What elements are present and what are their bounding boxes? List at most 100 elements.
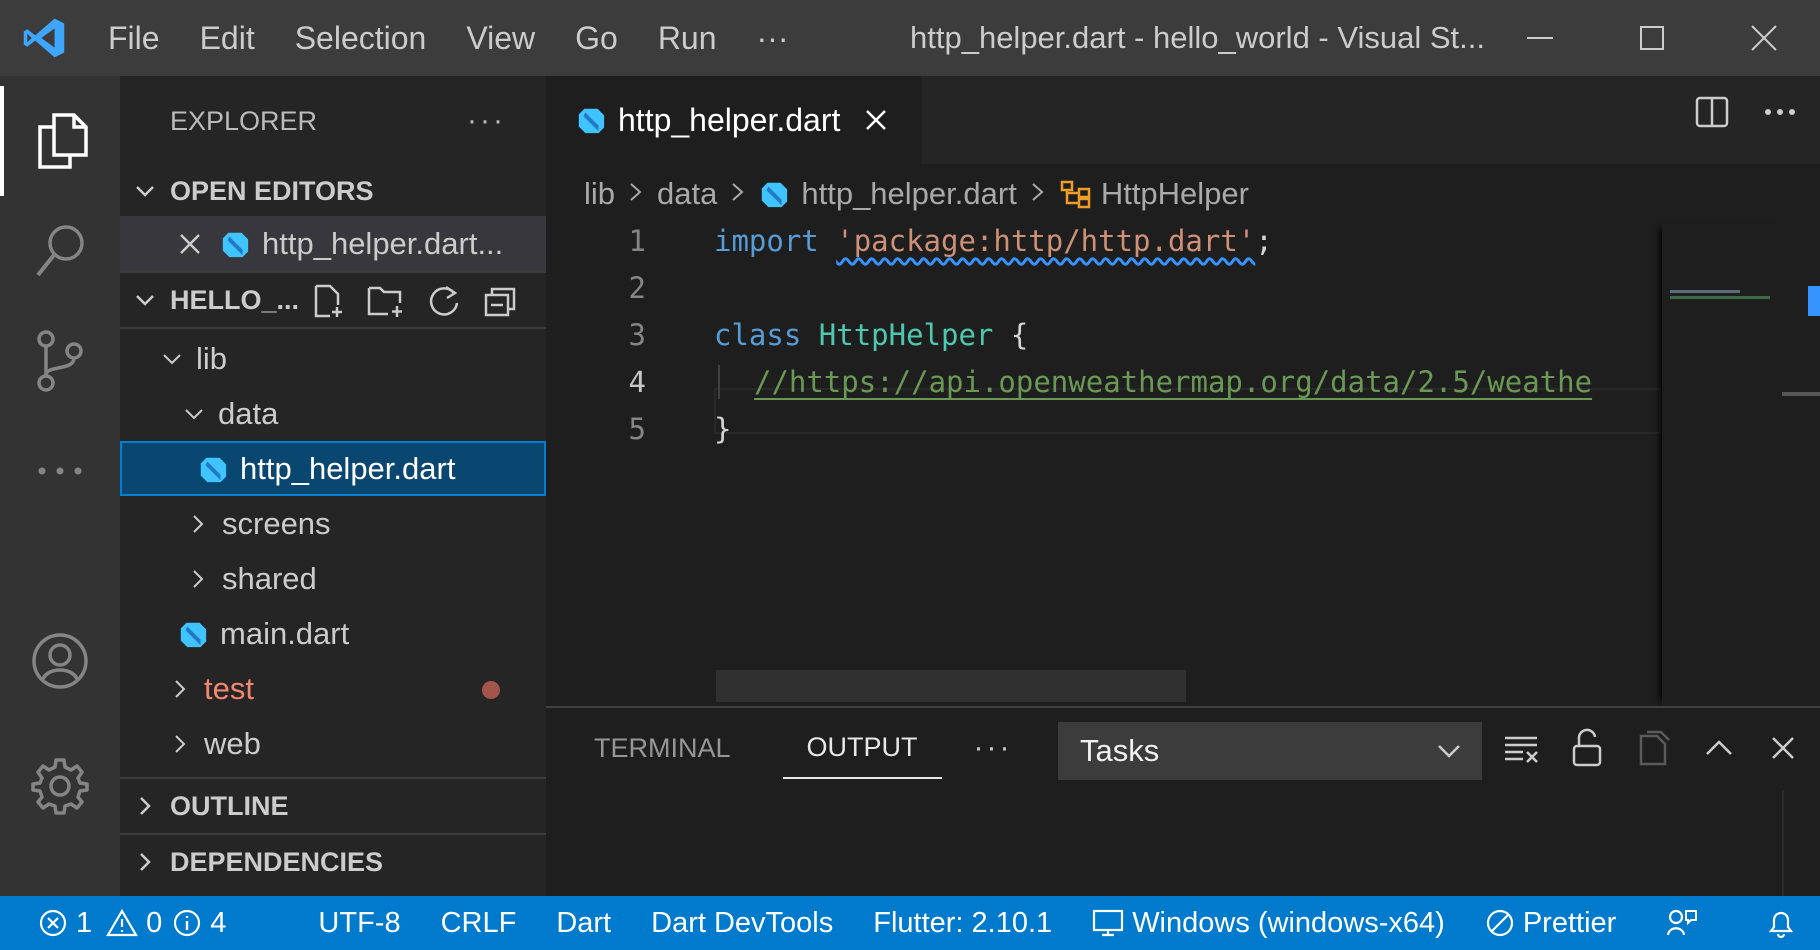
dependencies-section[interactable]: DEPENDENCIES bbox=[120, 833, 546, 889]
string-token: 'package:http/http.dart' bbox=[836, 224, 1256, 258]
split-editor-icon[interactable] bbox=[1694, 94, 1730, 130]
tab-output[interactable]: OUTPUT bbox=[782, 717, 942, 779]
tree-file-http-helper[interactable]: http_helper.dart bbox=[120, 441, 546, 496]
clear-output-icon[interactable] bbox=[1501, 730, 1541, 766]
tree-folder-web[interactable]: web bbox=[120, 716, 546, 771]
problems-indicator[interactable]: 1 0 4 bbox=[0, 896, 246, 950]
breadcrumb-lib[interactable]: lib bbox=[584, 176, 615, 212]
dart-file-icon bbox=[200, 457, 227, 482]
device-item[interactable]: Windows (windows-x64) bbox=[1072, 896, 1465, 950]
prettier-item[interactable]: Prettier bbox=[1465, 896, 1636, 950]
horizontal-scrollbar[interactable] bbox=[716, 670, 1186, 702]
project-section[interactable]: HELLO_... bbox=[120, 271, 546, 327]
chevron-down-icon bbox=[1434, 736, 1464, 774]
accounts-activity[interactable] bbox=[0, 606, 120, 716]
explorer-sidebar: EXPLORER ··· OPEN EDITORS http_helper.da… bbox=[120, 76, 546, 896]
maximize-button[interactable] bbox=[1596, 0, 1708, 76]
menu-file[interactable]: File bbox=[88, 0, 180, 76]
more-actions-icon[interactable] bbox=[1760, 94, 1800, 130]
menu-selection[interactable]: Selection bbox=[275, 0, 447, 76]
close-tab-icon[interactable] bbox=[864, 108, 888, 132]
notifications-item[interactable] bbox=[1746, 896, 1820, 950]
menu-edit[interactable]: Edit bbox=[180, 0, 275, 76]
monitor-icon bbox=[1093, 909, 1124, 937]
tree-folder-shared[interactable]: shared bbox=[120, 551, 546, 606]
open-log-file-icon[interactable] bbox=[1633, 728, 1673, 768]
open-editor-filename: http_helper.dart... bbox=[262, 225, 504, 261]
menu-view[interactable]: View bbox=[446, 0, 555, 76]
maximize-icon bbox=[1640, 26, 1664, 50]
feedback-item[interactable] bbox=[1646, 896, 1726, 950]
explorer-header: EXPLORER ··· bbox=[120, 76, 546, 166]
lock-icon[interactable] bbox=[1569, 728, 1605, 768]
close-editor-icon[interactable] bbox=[178, 232, 202, 256]
language-mode-item[interactable]: Dart bbox=[536, 896, 631, 950]
editor-actions bbox=[1694, 94, 1800, 130]
eol-item[interactable]: CRLF bbox=[421, 896, 537, 950]
tree-folder-screens[interactable]: screens bbox=[120, 496, 546, 551]
minimap[interactable] bbox=[1662, 224, 1782, 706]
search-activity[interactable] bbox=[0, 196, 120, 306]
error-count: 1 bbox=[76, 906, 93, 939]
output-channel-select[interactable]: Tasks bbox=[1058, 722, 1482, 780]
vertical-scrollbar[interactable] bbox=[1782, 224, 1820, 706]
explorer-actions bbox=[310, 283, 518, 319]
tab-terminal[interactable]: TERMINAL bbox=[546, 718, 755, 778]
tree-folder-test[interactable]: test bbox=[120, 661, 546, 716]
tree-label: main.dart bbox=[220, 615, 350, 651]
encoding-item[interactable]: UTF-8 bbox=[298, 896, 420, 950]
keyword-token: class bbox=[714, 318, 802, 352]
refresh-icon[interactable] bbox=[426, 283, 462, 319]
source-control-activity[interactable] bbox=[0, 306, 120, 416]
code-line-5: } bbox=[714, 412, 731, 446]
editor-tab-http-helper[interactable]: http_helper.dart bbox=[546, 76, 922, 164]
chevron-right-icon bbox=[168, 732, 192, 756]
chevron-right-icon bbox=[120, 794, 170, 818]
chevron-down-icon bbox=[182, 402, 206, 426]
editor-area: http_helper.dart lib data http_helper.da… bbox=[546, 76, 1820, 706]
menu-run[interactable]: Run bbox=[638, 0, 737, 76]
open-editors-section[interactable]: OPEN EDITORS bbox=[120, 166, 546, 216]
info-count: 4 bbox=[210, 906, 227, 939]
modified-dot-icon bbox=[482, 681, 500, 699]
window-controls bbox=[1484, 0, 1820, 76]
close-window-button[interactable] bbox=[1708, 0, 1820, 76]
tree-label: lib bbox=[196, 340, 228, 376]
tree-folder-data[interactable]: data bbox=[120, 386, 546, 441]
breadcrumb-class[interactable]: HttpHelper bbox=[1101, 176, 1249, 212]
class-token: HttpHelper bbox=[818, 318, 994, 352]
minimize-button[interactable] bbox=[1484, 0, 1596, 76]
chevron-right-icon bbox=[729, 176, 747, 212]
devtools-item[interactable]: Dart DevTools bbox=[631, 896, 853, 950]
tree-folder-lib[interactable]: lib bbox=[120, 331, 546, 386]
tree-label: test bbox=[204, 670, 254, 706]
menu-more[interactable]: ··· bbox=[737, 0, 809, 76]
open-editor-item[interactable]: http_helper.dart... bbox=[120, 216, 546, 271]
breadcrumb-data[interactable]: data bbox=[657, 176, 717, 212]
tree-file-main[interactable]: main.dart bbox=[120, 606, 546, 661]
panel-more-button[interactable]: ··· bbox=[954, 731, 1033, 765]
chevron-up-icon[interactable] bbox=[1701, 730, 1737, 766]
code-editor[interactable]: 1 2 3 4 5 import 'package:http/http.dart… bbox=[546, 224, 1661, 554]
new-file-icon[interactable] bbox=[310, 283, 346, 319]
project-label: HELLO_... bbox=[170, 284, 300, 315]
prettier-status-icon bbox=[1486, 909, 1513, 937]
punct-token: ; bbox=[1255, 224, 1273, 258]
explorer-more-button[interactable]: ··· bbox=[467, 104, 506, 138]
menu-go[interactable]: Go bbox=[555, 0, 638, 76]
status-bar: 1 0 4 UTF-8 CRLF Dart Dart DevTools Flut… bbox=[0, 896, 1820, 950]
manage-activity[interactable] bbox=[0, 731, 120, 841]
panel-scrollbar[interactable] bbox=[1782, 790, 1820, 896]
outline-section[interactable]: OUTLINE bbox=[120, 777, 546, 833]
line-number: 2 bbox=[628, 271, 646, 305]
breadcrumb-file[interactable]: http_helper.dart bbox=[801, 176, 1016, 212]
flutter-version-item[interactable]: Flutter: 2.10.1 bbox=[853, 896, 1072, 950]
collapse-all-icon[interactable] bbox=[482, 283, 518, 319]
new-folder-icon[interactable] bbox=[366, 283, 406, 319]
close-panel-icon[interactable] bbox=[1765, 730, 1801, 766]
account-icon bbox=[32, 633, 88, 689]
output-channel-value: Tasks bbox=[1080, 733, 1160, 768]
tree-label: data bbox=[218, 395, 279, 431]
more-activity[interactable] bbox=[0, 416, 120, 526]
explorer-activity[interactable] bbox=[0, 86, 120, 196]
